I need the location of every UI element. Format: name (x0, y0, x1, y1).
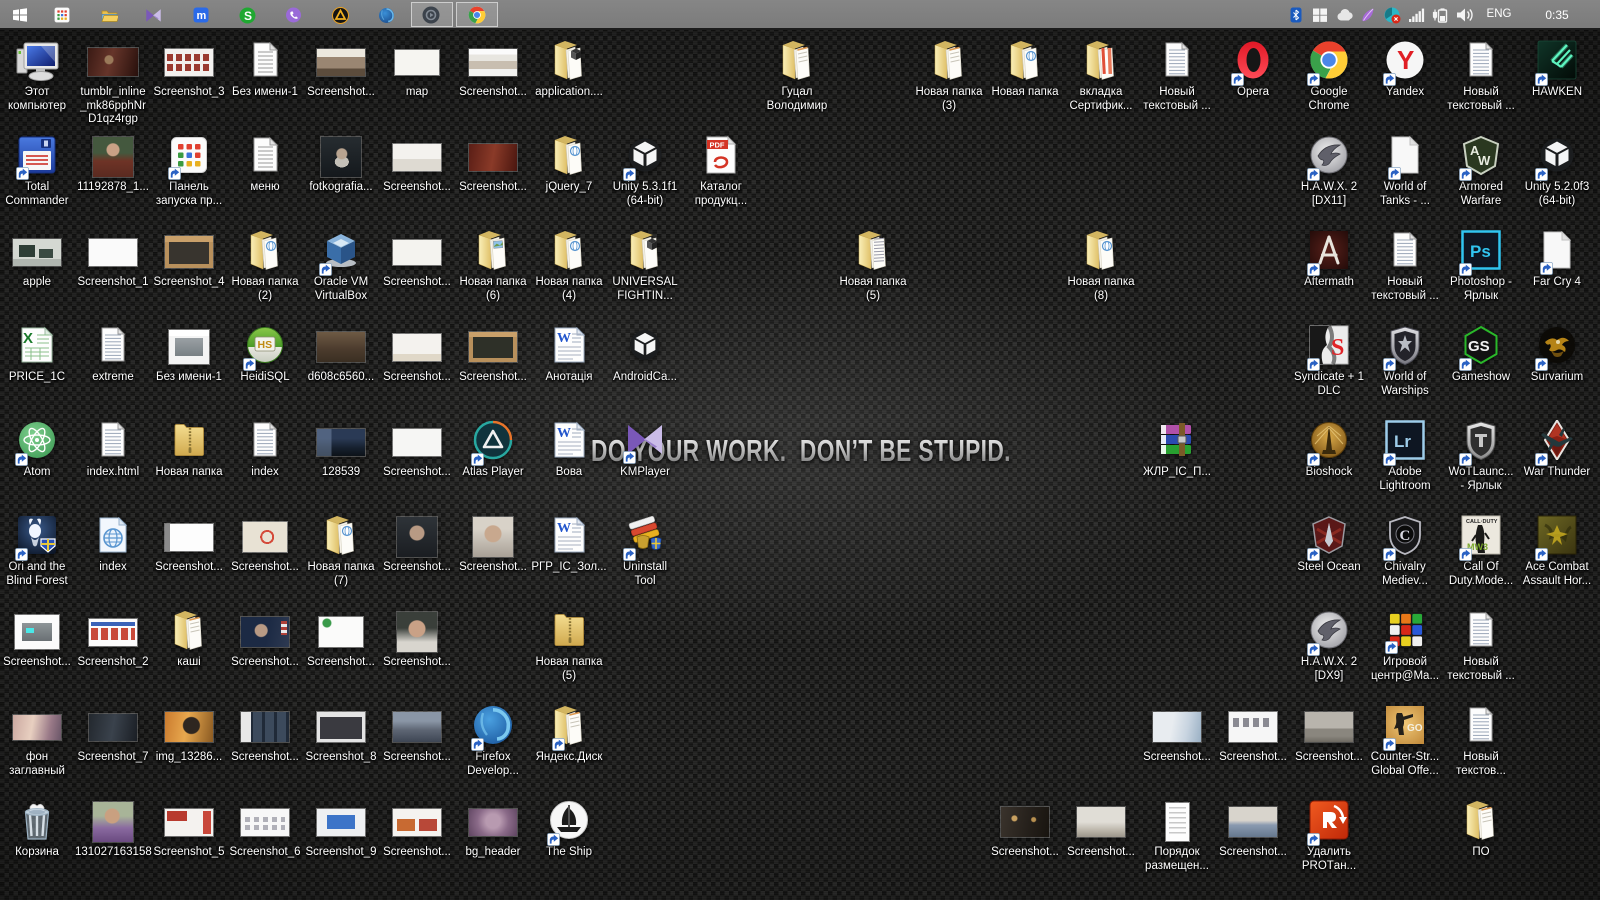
svg-text:X: X (23, 330, 33, 347)
svg-text:GS: GS (1468, 338, 1490, 355)
svg-text:GO: GO (1407, 723, 1423, 734)
svg-text:S: S (244, 9, 252, 23)
svg-text:W: W (557, 331, 571, 346)
svg-text:CALL·DUTY: CALL·DUTY (1466, 519, 1498, 525)
svg-text:m: m (197, 10, 207, 22)
svg-text:Lr: Lr (1394, 432, 1411, 451)
svg-text:S: S (1331, 335, 1344, 361)
svg-text:PDF: PDF (710, 140, 725, 149)
svg-text:W: W (1478, 153, 1491, 168)
svg-text:Y: Y (1397, 45, 1414, 75)
svg-text:C: C (1400, 528, 1411, 544)
svg-text:HS: HS (258, 339, 273, 351)
svg-text:W: W (557, 521, 571, 536)
svg-text:Ps: Ps (1470, 242, 1491, 261)
svg-text:W: W (557, 426, 571, 441)
